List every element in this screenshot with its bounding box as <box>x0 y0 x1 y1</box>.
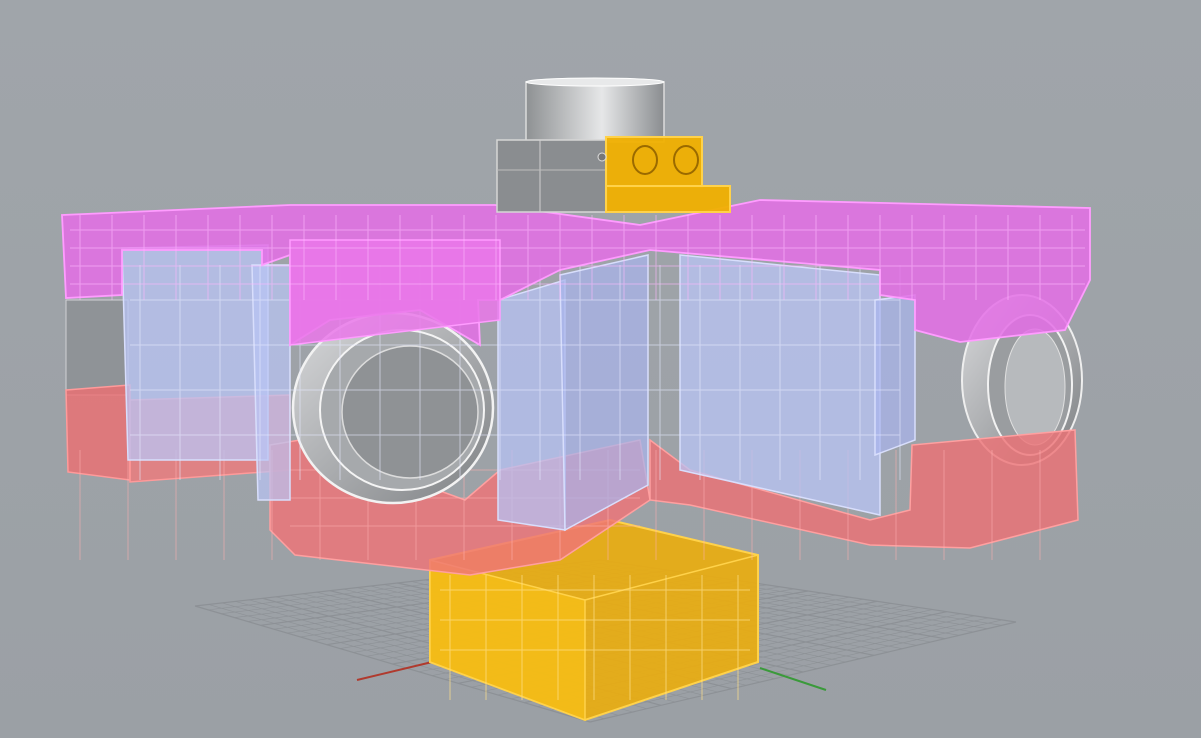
left-barrel <box>65 299 129 396</box>
top-gray-block <box>496 139 608 213</box>
y-axis-line <box>759 667 827 691</box>
yellow-top-bracket <box>597 136 731 213</box>
3d-viewport[interactable] <box>0 0 1201 738</box>
top-cylinder <box>525 77 665 143</box>
viewport-canvas[interactable] <box>0 0 1201 738</box>
